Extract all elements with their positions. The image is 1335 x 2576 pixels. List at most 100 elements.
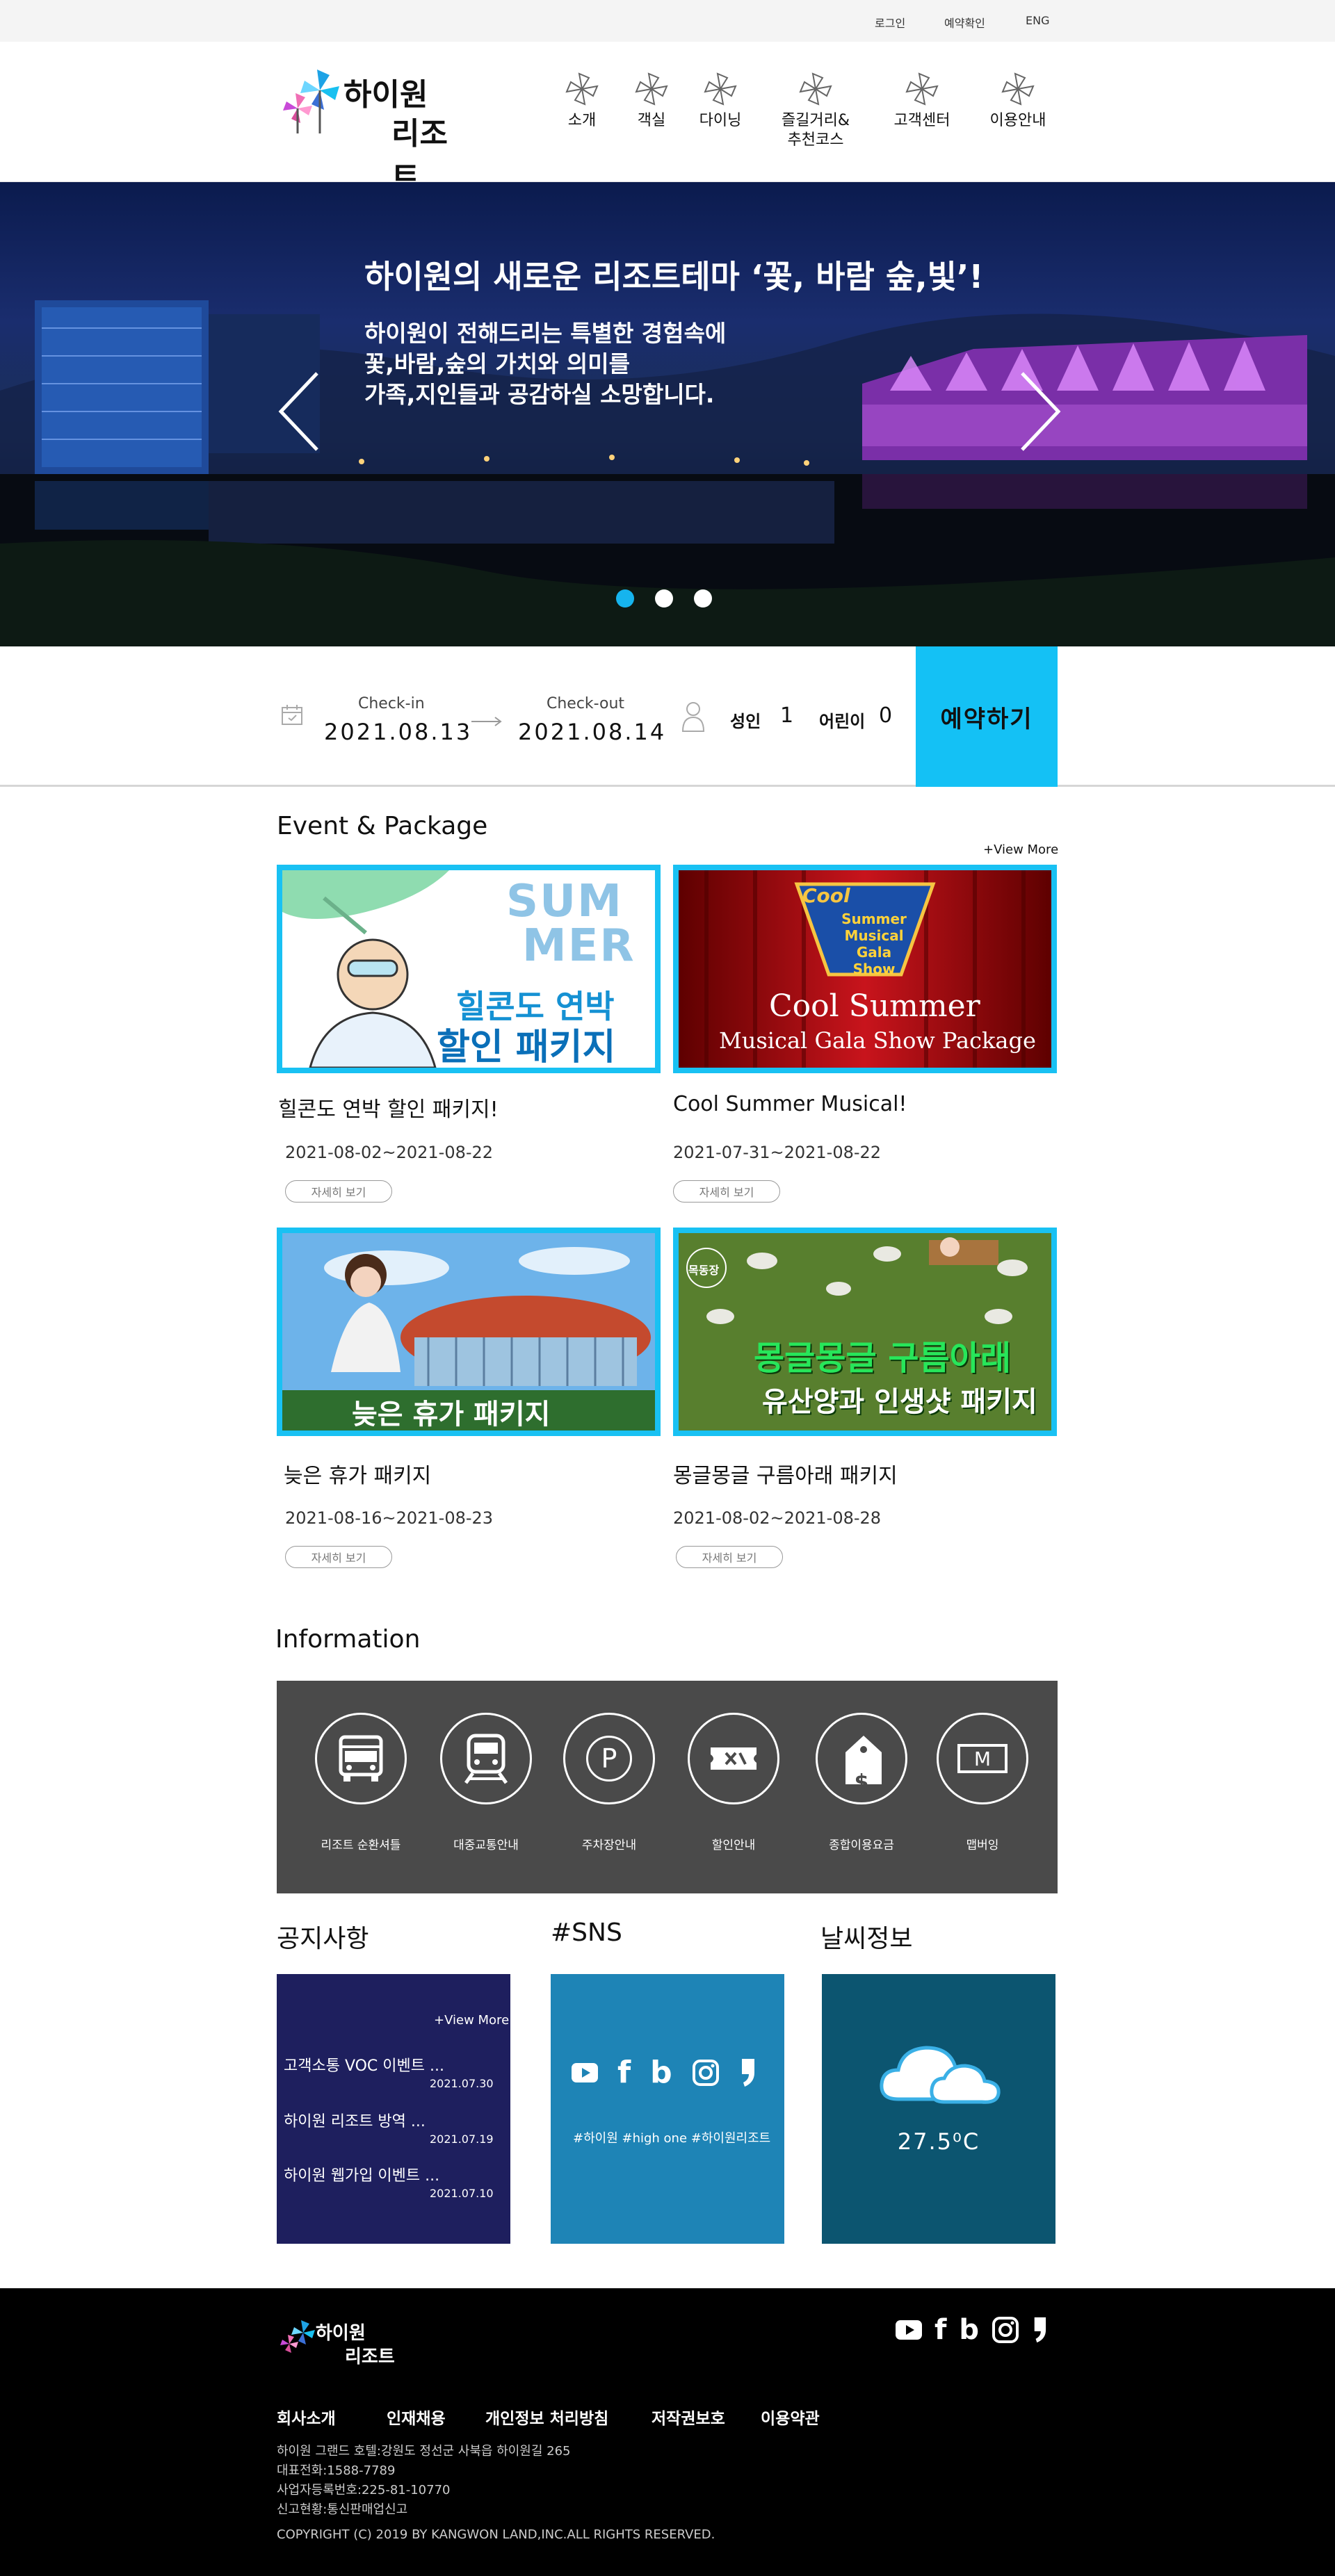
youtube-icon[interactable] — [896, 2320, 922, 2340]
info-label: 맵버잉 — [966, 1839, 999, 1852]
nav-label: 고객센터 — [893, 112, 950, 129]
pinwheel-logo-icon — [283, 70, 339, 133]
blog-icon[interactable]: b — [959, 2316, 979, 2344]
info-shuttle[interactable]: 리조트 순환셔틀 — [309, 1713, 413, 1852]
notice-item[interactable]: 하이원 리조트 방역 ... 2021.07.19 — [284, 2109, 494, 2146]
sns-section-title: #SNS — [551, 1918, 622, 1947]
events-view-more-link[interactable]: +View More — [983, 842, 1058, 857]
footer-logo[interactable]: 하이원 리조트 — [277, 2317, 402, 2373]
event-detail-button[interactable]: 자세히 보기 — [676, 1546, 783, 1568]
instagram-icon[interactable] — [992, 2316, 1019, 2344]
site-header: 하이원 리조트 소개 객실 다이닝 즐길거리& 추천코스 고객센터 이용안내 — [0, 42, 1335, 196]
event-detail-button[interactable]: 자세히 보기 — [285, 1180, 392, 1203]
slider-prev-button[interactable] — [275, 370, 324, 456]
nav-rooms[interactable]: 객실 — [630, 71, 673, 131]
sns-panel: f b #하이원 #high one #하이원리조트 — [551, 1974, 784, 2244]
footer-mail-order: 신고현황:통신판매업신고 — [277, 2502, 408, 2517]
login-link[interactable]: 로그인 — [875, 14, 905, 31]
info-discount[interactable]: 할인안내 — [681, 1713, 786, 1852]
notice-date: 2021.07.19 — [430, 2133, 494, 2146]
notice-title: 하이원 웹가입 이벤트 ... — [284, 2167, 440, 2185]
facebook-icon[interactable]: f — [934, 2316, 946, 2344]
weather-section-title: 날씨정보 — [820, 1925, 913, 1953]
ticket-icon — [688, 1713, 779, 1804]
cloud-icon — [880, 2046, 1001, 2104]
pinwheel-icon — [1001, 72, 1035, 106]
event-detail-button[interactable]: 자세히 보기 — [673, 1180, 780, 1203]
info-map[interactable]: M 맵버잉 — [930, 1713, 1035, 1852]
checkin-date[interactable]: 2021.08.13 — [324, 719, 472, 745]
slider-dot[interactable] — [694, 589, 712, 608]
banner-text: Musical Gala Show Package — [719, 1027, 1036, 1054]
banner-text: Summer Musical Gala Show — [841, 911, 907, 977]
event-detail-button[interactable]: 자세히 보기 — [285, 1546, 392, 1568]
instagram-icon[interactable] — [692, 2059, 720, 2087]
slider-dot[interactable] — [655, 589, 673, 608]
info-public-transport[interactable]: 대중교통안내 — [434, 1713, 538, 1852]
banner-text: Cool — [802, 884, 850, 907]
events-section-title: Event & Package — [277, 812, 488, 840]
banner-text: 몽글몽글 구름아래 — [754, 1339, 1011, 1378]
event-card-image[interactable]: Cool Summer Musical Gala Show Cool Summe… — [673, 865, 1057, 1073]
notice-title: 고객소통 VOC 이벤트 ... — [284, 2057, 444, 2075]
banner-text: SUM — [506, 876, 623, 927]
notice-section-title: 공지사항 — [277, 1925, 369, 1953]
nav-customer-center[interactable]: 고객센터 — [884, 71, 960, 131]
banner-text: 유산양과 인생샷 패키지 — [762, 1386, 1037, 1418]
info-label: 종합이용요금 — [829, 1839, 894, 1852]
info-parking[interactable]: P 주차장안내 — [557, 1713, 661, 1852]
event-card-title[interactable]: 몽글몽글 구름아래 패키지 — [673, 1458, 898, 1489]
info-pricing[interactable]: $ 종합이용요금 — [809, 1713, 914, 1852]
bus-icon — [315, 1713, 407, 1804]
event-card-title[interactable]: 힐콘도 연박 할인 패키지! — [278, 1092, 499, 1123]
pinwheel-icon — [799, 72, 832, 106]
footer-link-privacy[interactable]: 개인정보 처리방침 — [485, 2405, 608, 2429]
reserve-button[interactable]: 예약하기 — [916, 646, 1058, 787]
checkout-date[interactable]: 2021.08.14 — [518, 719, 666, 745]
footer-business-number: 사업자등록번호:225-81-10770 — [277, 2483, 451, 2497]
footer-link-company[interactable]: 회사소개 — [277, 2405, 336, 2429]
kakao-icon[interactable] — [739, 2057, 756, 2088]
event-card-image[interactable]: 목동장 몽글몽글 구름아래 유산양과 인생샷 패키지 — [673, 1228, 1057, 1436]
info-label: 할인안내 — [711, 1839, 756, 1852]
info-label: 주차장안내 — [581, 1839, 637, 1852]
reservation-check-link[interactable]: 예약확인 — [944, 14, 985, 31]
event-card-title[interactable]: Cool Summer Musical! — [673, 1092, 907, 1116]
event-card-image[interactable]: SUM MER 힐콘도 연박 할인 패키지 — [277, 865, 661, 1073]
youtube-icon[interactable] — [572, 2063, 598, 2082]
banner-text: 목동장 — [688, 1264, 720, 1277]
notice-view-more-link[interactable]: +View More — [434, 2013, 509, 2028]
parking-icon: P — [563, 1713, 655, 1804]
site-logo[interactable]: 하이원 리조트 — [277, 65, 464, 196]
nav-guide[interactable]: 이용안내 — [980, 71, 1055, 131]
notice-item[interactable]: 하이원 웹가입 이벤트 ... 2021.07.10 — [284, 2163, 494, 2200]
notice-panel: +View More 고객소통 VOC 이벤트 ... 2021.07.30 하… — [277, 1974, 510, 2244]
info-label: 리조트 순환셔틀 — [321, 1839, 401, 1852]
blog-icon[interactable]: b — [650, 2057, 672, 2088]
slider-next-button[interactable] — [1015, 370, 1064, 456]
sns-icon-row: f b — [572, 2057, 756, 2088]
info-label: 대중교통안내 — [453, 1839, 519, 1852]
footer-link-terms[interactable]: 이용약관 — [761, 2405, 820, 2429]
nav-activities[interactable]: 즐길거리& 추천코스 — [770, 71, 861, 150]
nav-intro[interactable]: 소개 — [560, 71, 604, 131]
event-card-image[interactable]: 늦은 휴가 패키지 — [277, 1228, 661, 1436]
footer-link-careers[interactable]: 인재채용 — [387, 2405, 446, 2429]
footer-link-copyright[interactable]: 저작권보호 — [652, 2405, 725, 2429]
nav-label: 즐길거리& — [781, 112, 850, 129]
information-section-title: Information — [275, 1625, 421, 1654]
nav-dining[interactable]: 다이닝 — [693, 71, 748, 131]
checkout-label: Check-out — [547, 695, 625, 712]
footer-phone: 대표전화:1588-7789 — [277, 2463, 396, 2478]
slider-dot[interactable] — [616, 589, 634, 608]
banner-text: MER — [522, 920, 636, 972]
notice-item[interactable]: 고객소통 VOC 이벤트 ... 2021.07.30 — [284, 2053, 494, 2090]
adult-label: 성인 — [730, 712, 761, 731]
child-count[interactable]: 0 — [879, 703, 892, 728]
adult-count[interactable]: 1 — [780, 703, 793, 728]
hero-line: 가족,지인들과 공감하실 소망합니다. — [364, 381, 715, 408]
language-link[interactable]: ENG — [1026, 14, 1049, 27]
kakao-icon[interactable] — [1032, 2316, 1047, 2344]
event-card-title[interactable]: 늦은 휴가 패키지 — [284, 1458, 431, 1489]
facebook-icon[interactable]: f — [617, 2057, 631, 2088]
